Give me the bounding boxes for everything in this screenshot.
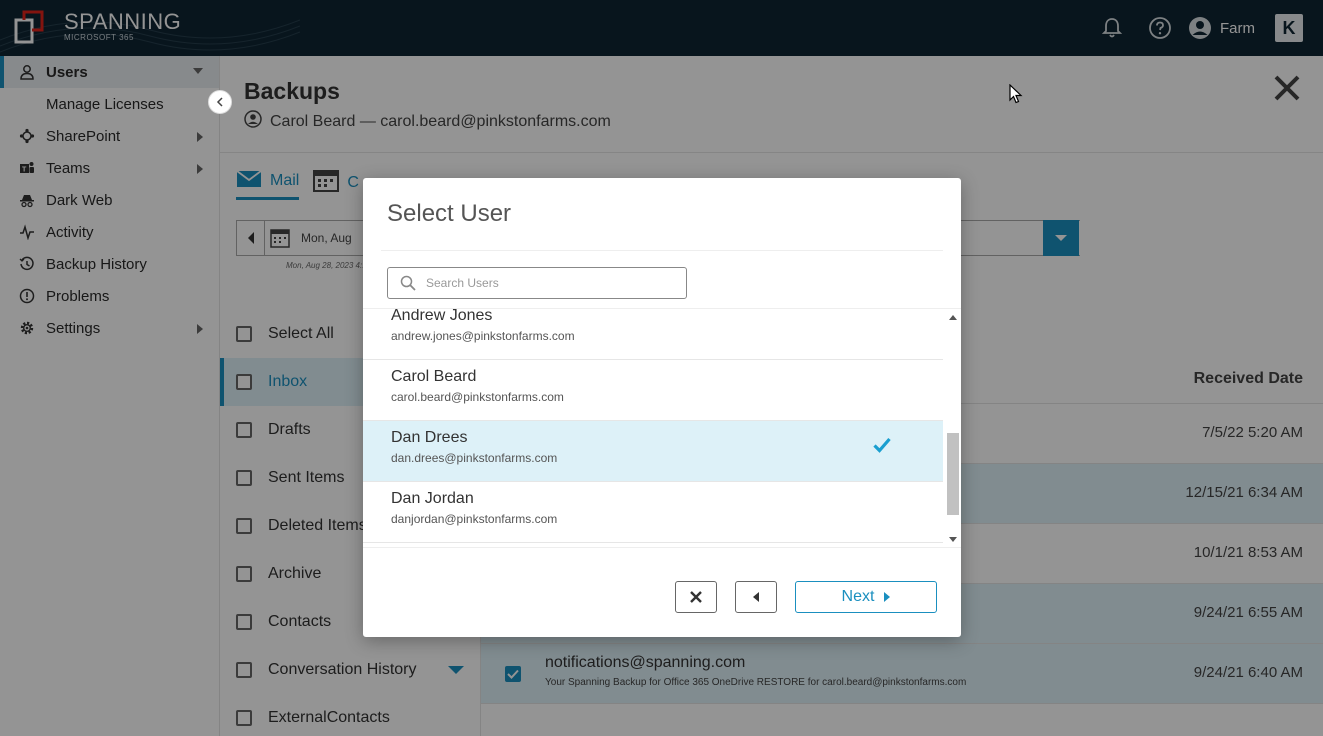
search-users-field[interactable] [387, 267, 687, 299]
next-button[interactable]: Next [795, 581, 937, 613]
close-icon [690, 591, 702, 603]
next-button-label: Next [841, 588, 875, 605]
caret-left-icon [753, 592, 759, 602]
mouse-cursor-icon [1009, 84, 1023, 104]
collapse-sidebar-button[interactable] [208, 90, 232, 114]
user-email: dan.drees@pinkstonfarms.com [391, 451, 558, 465]
user-name: Carol Beard [391, 368, 477, 385]
user-email: carol.beard@pinkstonfarms.com [391, 390, 564, 404]
user-list-item-selected[interactable]: Dan Drees dan.drees@pinkstonfarms.com [363, 421, 943, 482]
dialog-title: Select User [387, 200, 512, 227]
chevron-left-icon [216, 97, 223, 107]
user-list-item[interactable]: Dan Jordan danjordan@pinkstonfarms.com [363, 482, 943, 543]
search-icon [400, 275, 416, 291]
user-list[interactable]: Andrew Jones andrew.jones@pinkstonfarms.… [363, 308, 961, 548]
user-name: Andrew Jones [391, 308, 493, 324]
dialog-divider [381, 250, 943, 251]
scroll-down-arrow-icon[interactable] [949, 537, 957, 542]
checkmark-icon [873, 437, 891, 453]
scroll-up-arrow-icon[interactable] [949, 315, 957, 320]
user-list-item[interactable]: Andrew Jones andrew.jones@pinkstonfarms.… [363, 308, 943, 360]
user-list-item[interactable]: Carol Beard carol.beard@pinkstonfarms.co… [363, 360, 943, 421]
user-email: andrew.jones@pinkstonfarms.com [391, 329, 575, 343]
cancel-button[interactable] [675, 581, 717, 613]
user-list-scrollbar[interactable] [945, 309, 961, 547]
user-email: danjordan@pinkstonfarms.com [391, 512, 558, 526]
caret-right-icon [884, 592, 891, 602]
search-users-input[interactable] [426, 276, 666, 290]
select-user-dialog: Select User Andrew Jones andrew.jones@pi… [363, 178, 961, 637]
scrollbar-thumb[interactable] [947, 433, 959, 515]
back-button[interactable] [735, 581, 777, 613]
user-name: Dan Drees [391, 429, 468, 446]
user-name: Dan Jordan [391, 490, 474, 507]
